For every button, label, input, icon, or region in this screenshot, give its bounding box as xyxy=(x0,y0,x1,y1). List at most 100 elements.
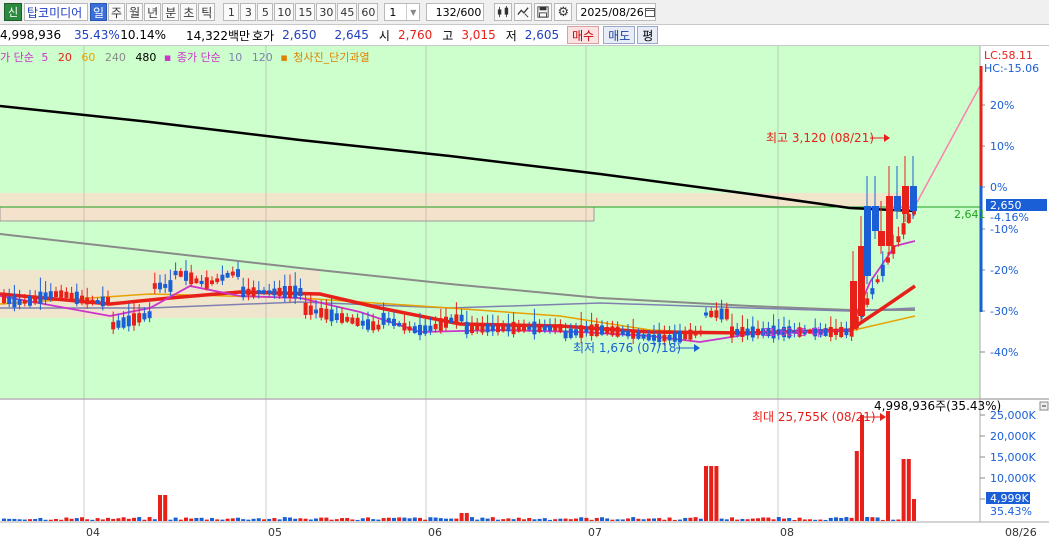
interval-button-3[interactable]: 3 xyxy=(240,3,257,21)
volume-bar xyxy=(792,519,797,521)
interval-button-1[interactable]: 1 xyxy=(223,3,240,21)
chart-canvas[interactable]: 04 05 06 07 08 가 단순 5 20 60 240 480 ▪ 종가 단순 … xyxy=(0,46,1049,543)
period-tab-0[interactable]: 일 xyxy=(90,3,108,21)
volume-bar xyxy=(173,517,178,521)
low-price: 2,605 xyxy=(524,28,560,42)
candle-body xyxy=(850,281,857,329)
candle-body xyxy=(28,296,32,306)
candle-body xyxy=(636,332,641,339)
volume-bar xyxy=(813,519,818,521)
volume-bar xyxy=(537,518,542,521)
candle-body xyxy=(631,330,636,339)
count-field[interactable]: 132 /600 xyxy=(426,3,485,21)
candle-body xyxy=(641,334,646,339)
volume-bar xyxy=(683,517,688,521)
calendar-icon[interactable] xyxy=(644,7,656,17)
period-tab-1[interactable]: 주 xyxy=(108,3,126,21)
volume-bar xyxy=(605,518,610,521)
candle-body xyxy=(111,321,116,330)
chart-toolbar: 신 탑코미디어 일주월년분초틱 1 3 5 10 15 30 45 60 1 ▼ 132 /6… xyxy=(0,0,1049,25)
candle-body xyxy=(683,331,688,340)
volume-bar xyxy=(870,517,875,521)
candle-body xyxy=(865,298,870,305)
volume-bar xyxy=(631,517,636,521)
candle-body xyxy=(496,323,500,333)
interval-button-5[interactable]: 5 xyxy=(257,3,274,21)
candle-body xyxy=(314,309,318,314)
volume-bar xyxy=(776,517,781,521)
date-field[interactable]: 2025/08/26 xyxy=(576,3,657,21)
period-tab-3[interactable]: 년 xyxy=(144,3,162,21)
period-tab-5[interactable]: 초 xyxy=(180,3,198,21)
interval-button-15[interactable]: 15 xyxy=(295,3,316,21)
candle-body xyxy=(464,321,469,335)
period-tab-4[interactable]: 분 xyxy=(162,3,180,21)
interval-combo[interactable]: 1 ▼ xyxy=(384,3,421,21)
candle-body xyxy=(80,295,84,304)
volume-bar xyxy=(220,519,225,521)
volume-bar xyxy=(345,517,350,521)
volume-bar xyxy=(121,517,126,521)
chevron-down-icon[interactable]: ▼ xyxy=(406,4,419,20)
candle-body xyxy=(189,272,194,285)
candle-body xyxy=(584,329,589,333)
buy-button[interactable]: 매수 xyxy=(567,26,600,44)
x-axis-label: 05 xyxy=(268,526,282,539)
volume-bar xyxy=(896,519,901,521)
sell-button[interactable]: 매도 xyxy=(603,26,636,44)
change-pct: 10.14% xyxy=(120,28,166,42)
stock-name-field[interactable]: 탑코미디어 xyxy=(24,3,88,21)
interval-button-60[interactable]: 60 xyxy=(358,3,379,21)
candle-body xyxy=(610,326,615,336)
volume-bar xyxy=(303,518,308,521)
zoom-icon[interactable] xyxy=(514,3,533,21)
volume-bar xyxy=(288,517,292,521)
volume-bar xyxy=(386,517,391,521)
candle-body xyxy=(132,313,136,326)
candle-body xyxy=(340,313,344,323)
candle-body xyxy=(334,313,339,321)
interval-button-10[interactable]: 10 xyxy=(274,3,295,21)
candle-body xyxy=(894,196,901,211)
interval-button-30[interactable]: 30 xyxy=(316,3,337,21)
legend-vol-ma-10: 10 xyxy=(228,51,242,64)
candle-body xyxy=(256,290,261,294)
crosshair-icon[interactable] xyxy=(494,3,513,21)
volume-bar xyxy=(860,415,864,521)
volume-bar xyxy=(626,518,630,521)
stock-chart[interactable]: 04 05 06 07 08 가 단순 5 20 60 240 480 ▪ 종가 단순 … xyxy=(0,46,1049,543)
candle-body xyxy=(880,264,885,277)
price-tick-label: 20% xyxy=(990,99,1014,112)
volume-bar xyxy=(319,517,324,521)
volume-bar xyxy=(225,518,230,521)
candle-body xyxy=(381,312,386,325)
count-value: 132 xyxy=(435,5,457,19)
volume-bar xyxy=(38,517,43,521)
candle-body xyxy=(267,290,272,294)
period-tab-6[interactable]: 틱 xyxy=(198,3,216,21)
interval-button-45[interactable]: 45 xyxy=(337,3,358,21)
candle-body xyxy=(878,231,885,246)
volume-bar xyxy=(438,518,443,521)
candle-body xyxy=(152,283,157,289)
candle-body xyxy=(59,290,64,298)
gear-icon[interactable]: ⚙ xyxy=(554,3,573,21)
price-tick-label: -20% xyxy=(990,264,1018,277)
candle-body xyxy=(376,324,381,330)
candle-body xyxy=(646,334,651,341)
volume-bar xyxy=(620,519,625,521)
volume-bar xyxy=(600,517,604,521)
eval-button[interactable]: 평 xyxy=(637,26,659,44)
volume-bar xyxy=(314,518,318,521)
candle-body xyxy=(371,321,376,331)
volume-bar xyxy=(7,518,12,521)
candle-body xyxy=(858,246,865,316)
candle-body xyxy=(85,297,90,305)
period-tab-2[interactable]: 월 xyxy=(126,3,144,21)
vol-current-annotation: 4,998,936주(35.43%) xyxy=(874,399,1001,413)
save-icon[interactable] xyxy=(534,3,553,21)
volume-bar xyxy=(33,518,38,521)
period-selector: 일주월년분초틱 xyxy=(90,3,216,21)
candle-body xyxy=(106,297,110,304)
volume-bar xyxy=(470,517,474,521)
